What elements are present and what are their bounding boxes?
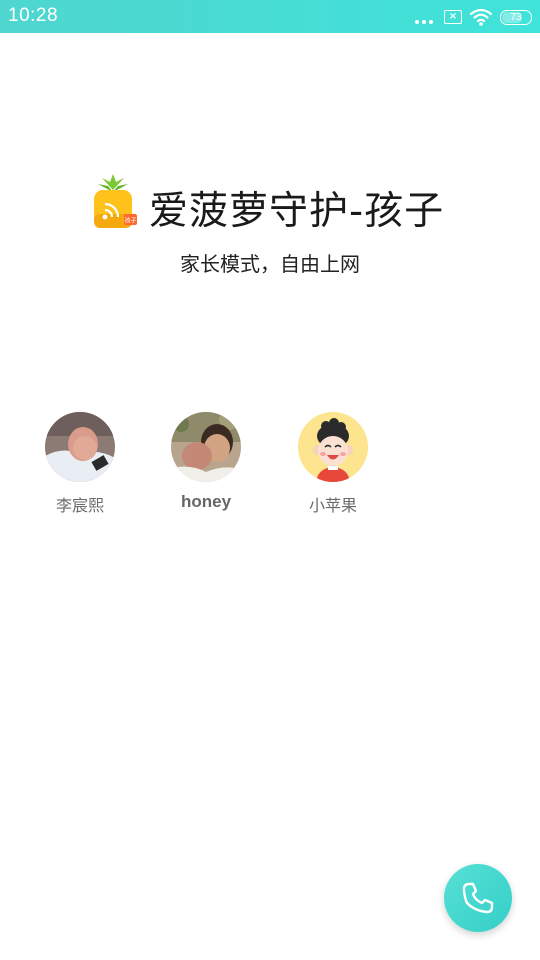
contact-item[interactable]: 小苹果: [278, 412, 388, 516]
battery-icon: 73: [500, 9, 532, 25]
status-time: 10:28: [8, 5, 59, 26]
more-dots-icon: [414, 6, 436, 28]
contact-name: honey: [180, 492, 232, 511]
phone-icon: [462, 882, 494, 914]
status-bar: 10:28 × 73: [0, 0, 540, 33]
status-icons: × 73: [414, 6, 532, 28]
contact-avatar: [45, 412, 115, 482]
app-subtitle: 家长模式，自由上网: [180, 252, 360, 276]
contact-name: 李宸熙: [55, 496, 104, 515]
logo-badge-text: 孩子: [124, 217, 136, 225]
notification-badge: ×: [448, 11, 458, 22]
wifi-icon: [470, 8, 492, 26]
contact-item[interactable]: 李宸熙: [25, 412, 135, 516]
call-button[interactable]: [444, 864, 512, 932]
contact-name: 小苹果: [308, 496, 357, 515]
brand-header: 孩子 爱菠萝守护-孩子: [0, 172, 540, 236]
cartoon-avatar-icon: [298, 412, 368, 482]
battery-level: 73: [510, 11, 522, 23]
app-title: 爱菠萝守护-孩子: [149, 189, 445, 234]
contact-avatar: [171, 412, 241, 482]
contact-item[interactable]: honey: [151, 412, 261, 512]
notification-icon: ×: [444, 10, 462, 24]
pineapple-logo-icon: 孩子: [94, 174, 137, 228]
